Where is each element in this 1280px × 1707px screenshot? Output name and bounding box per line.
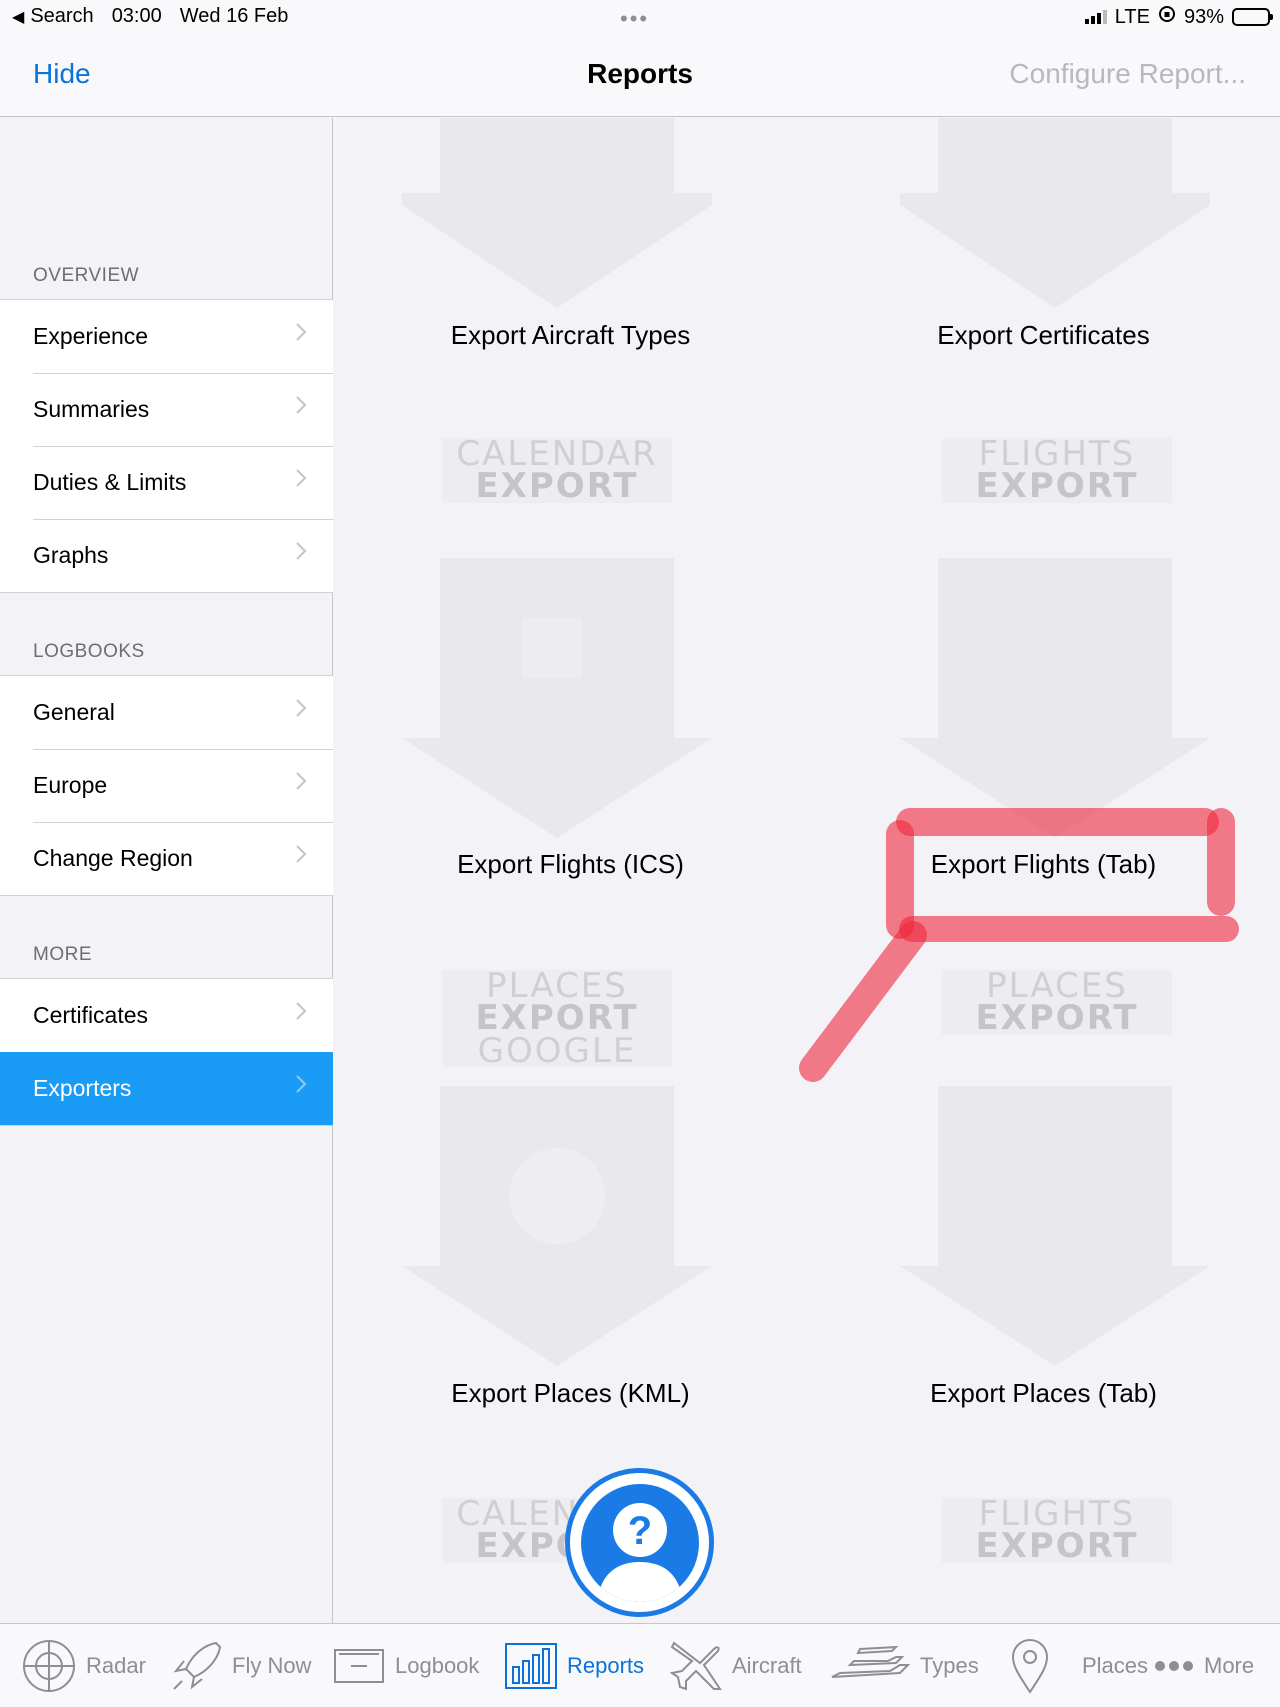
sidebar-item-label: Graphs — [33, 542, 109, 568]
export-places-tab-button[interactable]: Export Places (Tab) — [807, 1378, 1280, 1409]
back-arrow-icon[interactable]: ◀ — [12, 7, 24, 27]
export-places-kml-button[interactable]: Export Places (KML) — [334, 1378, 807, 1409]
tab-logbook[interactable]: Logbook — [333, 1624, 479, 1707]
radar-icon — [23, 1640, 75, 1692]
tab-types[interactable]: Types — [830, 1624, 979, 1707]
svg-text:?: ? — [627, 1509, 651, 1553]
logbook-icon — [334, 1649, 384, 1683]
tab-label: Radar — [86, 1653, 146, 1678]
tab-radar[interactable]: Radar — [22, 1624, 146, 1707]
tab-label: Reports — [567, 1653, 645, 1678]
sidebar-item-graphs[interactable]: Graphs — [0, 519, 333, 592]
tab-aircraft[interactable]: Aircraft — [670, 1624, 802, 1707]
places-export-google-badge: PLACES EXPORT GOOGLE — [442, 969, 672, 1068]
chevron-right-icon — [296, 323, 307, 341]
more-dots-icon — [1155, 1661, 1193, 1671]
sidebar-item-experience[interactable]: Experience — [0, 300, 333, 373]
orientation-lock-icon — [1158, 5, 1176, 29]
tab-more[interactable]: More — [1154, 1624, 1254, 1707]
tab-bar: Radar Fly Now Logbook Reports Aircraft T… — [0, 1623, 1280, 1707]
sidebar-item-label: Summaries — [33, 396, 150, 422]
sidebar-item-label: Change Region — [33, 845, 193, 871]
sidebar-item-change-region[interactable]: Change Region — [0, 822, 333, 895]
flights-export-badge: FLIGHTS EXPORT — [942, 1497, 1172, 1563]
back-to-app[interactable]: Search — [30, 5, 93, 28]
chevron-right-icon — [296, 845, 307, 863]
section-header-more: MORE — [33, 944, 92, 965]
chevron-right-icon — [296, 542, 307, 560]
tab-label: Places — [1082, 1653, 1149, 1678]
sidebar-item-exporters[interactable]: Exporters — [0, 1052, 333, 1125]
rocket-icon — [173, 1641, 222, 1690]
sidebar-item-duties-limits[interactable]: Duties & Limits — [0, 446, 333, 519]
status-date: Wed 16 Feb — [179, 5, 289, 27]
tab-label: Fly Now — [232, 1653, 312, 1678]
tab-reports[interactable]: Reports — [505, 1624, 644, 1707]
exporters-grid: CALENDAR EXPORT FLIGHTS EXPORT PLACES EXPOR… — [334, 118, 1280, 1623]
group-more: Certificates Exporters — [0, 978, 333, 1126]
group-overview: Experience Summaries Duties & Limits Gra… — [0, 299, 333, 593]
chevron-right-icon — [296, 699, 307, 717]
sidebar-item-label: Duties & Limits — [33, 469, 187, 495]
download-arrow-icon — [900, 118, 1210, 308]
sidebar: OVERVIEW Experience Summaries Duties & L… — [0, 118, 333, 1623]
status-time: 03:00 — [111, 5, 162, 27]
multitask-dots[interactable]: ••• — [620, 6, 649, 32]
section-header-overview: OVERVIEW — [33, 265, 140, 286]
aircraft-types-icon — [831, 1645, 910, 1678]
download-arrow-icon — [900, 1086, 1210, 1366]
status-bar: ◀ Search 03:00 Wed 16 Feb ••• LTE 93% — [0, 0, 1280, 36]
network-type: LTE — [1114, 5, 1150, 28]
group-logbooks: General Europe Change Region — [0, 675, 333, 896]
sidebar-item-general[interactable]: General — [0, 676, 333, 749]
tab-label: Logbook — [395, 1653, 480, 1678]
battery-percent: 93% — [1183, 5, 1224, 28]
cell-signal-icon — [1084, 10, 1107, 24]
calendar-export-badge: CALENDAR EXPORT — [442, 437, 672, 503]
sidebar-item-label: Experience — [33, 323, 149, 349]
navigation-bar: Hide Reports Configure Report... — [0, 36, 1280, 117]
download-arrow-icon — [402, 558, 712, 838]
sidebar-item-summaries[interactable]: Summaries — [0, 373, 333, 446]
flights-export-badge: FLIGHTS EXPORT — [942, 437, 1172, 503]
chevron-right-icon — [296, 1002, 307, 1020]
bar-chart-icon — [505, 1643, 557, 1689]
export-flights-tab-button[interactable]: Export Flights (Tab) — [807, 849, 1280, 880]
export-aircraft-types-button[interactable]: Export Aircraft Types — [334, 320, 807, 351]
configure-report-button[interactable]: Configure Report... — [1009, 58, 1246, 90]
download-arrow-icon — [402, 1086, 712, 1366]
sidebar-item-certificates[interactable]: Certificates — [0, 979, 333, 1052]
chevron-right-icon — [296, 469, 307, 487]
chevron-right-icon — [296, 772, 307, 790]
download-arrow-icon — [402, 118, 712, 308]
sidebar-item-label: Exporters — [33, 1075, 132, 1101]
battery-icon — [1232, 8, 1273, 26]
tab-places[interactable]: Places — [1010, 1624, 1148, 1707]
sidebar-item-label: General — [33, 699, 115, 725]
section-header-logbooks: LOGBOOKS — [33, 641, 145, 662]
sidebar-item-label: Europe — [33, 772, 108, 798]
export-certificates-button[interactable]: Export Certificates — [807, 320, 1280, 351]
help-button[interactable]: ? — [565, 1468, 714, 1617]
sidebar-item-europe[interactable]: Europe — [0, 749, 333, 822]
sidebar-item-label: Certificates — [33, 1002, 149, 1028]
chevron-right-icon — [296, 1075, 307, 1093]
places-export-badge: PLACES EXPORT — [942, 969, 1172, 1035]
location-pin-icon — [1011, 1639, 1049, 1694]
download-arrow-icon — [900, 558, 1210, 838]
tab-fly-now[interactable]: Fly Now — [170, 1624, 311, 1707]
tab-label: More — [1204, 1653, 1255, 1678]
export-flights-ics-button[interactable]: Export Flights (ICS) — [334, 849, 807, 880]
chevron-right-icon — [296, 396, 307, 414]
airplane-icon — [670, 1641, 722, 1691]
tab-label: Types — [920, 1653, 979, 1678]
help-person-icon: ? — [580, 1483, 699, 1602]
tab-label: Aircraft — [732, 1653, 802, 1678]
